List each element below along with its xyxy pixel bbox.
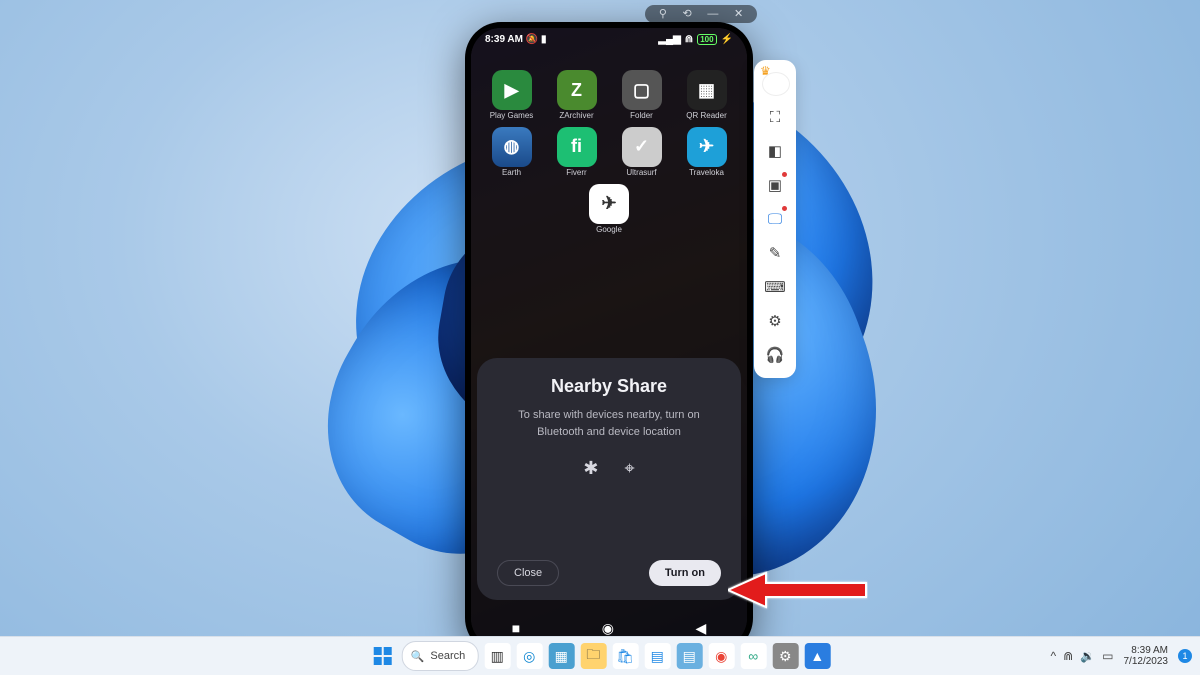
battery-left-icon: ▮ [541,34,547,45]
app-label: QR Reader [686,112,726,121]
brush-icon[interactable]: ✎ [760,238,790,268]
mascot-icon[interactable]: ♛ [758,68,792,96]
tray-up-icon[interactable]: ^ [1051,649,1057,663]
start-button[interactable] [370,643,396,669]
stream-icon[interactable]: 🖵 [760,204,790,234]
app-earth[interactable]: ◍ Earth [482,127,542,178]
tray-sound-icon[interactable]: 🔉 [1080,649,1095,663]
sheet-title: Nearby Share [491,376,727,397]
support-icon[interactable]: 🎧 [760,340,790,370]
app-label: Traveloka [689,169,724,178]
nearby-share-sheet: Nearby Share To share with devices nearb… [477,358,741,600]
phone-emulator: 8:39 AM 🔕 ▮ ▂▄▆ ⋒ 100 ⚡ ▶ Play Games Z ZArc… [465,22,753,654]
record-icon[interactable]: ▣ [760,170,790,200]
app-label: Earth [502,169,521,178]
battery-icon: 100 [697,34,716,45]
wifi-icon: ⋒ [685,34,693,45]
app-label: Fiverr [566,169,586,178]
search-placeholder: Search [430,650,465,662]
app-icon: fi [557,127,597,167]
back-button[interactable]: ◀ [695,620,706,637]
keyboard-icon[interactable]: ⌨ [760,272,790,302]
home-button[interactable]: ◉ [602,620,614,637]
desktop: ⚲ ⟲ — ✕ 8:39 AM 🔕 ▮ ▂▄▆ ⋒ 100 ⚡ ▶ Play Ga… [0,0,1200,675]
bluetooth-icon: ✱ [583,458,598,479]
notification-badge[interactable]: 1 [1178,649,1192,663]
app-qr-reader[interactable]: ▦ QR Reader [677,70,737,121]
app-ultrasurf[interactable]: ✓ Ultrasurf [612,127,672,178]
app-icon: ◍ [492,127,532,167]
status-bar: 8:39 AM 🔕 ▮ ▂▄▆ ⋒ 100 ⚡ [471,28,747,50]
app-traveloka[interactable]: ✈ Traveloka [677,127,737,178]
turn-on-button[interactable]: Turn on [649,560,721,586]
app-folder[interactable]: ▢ Folder [612,70,672,121]
app-zarchiver[interactable]: Z ZArchiver [547,70,607,121]
app-grid: ▶ Play Games Z ZArchiver ▢ Folder ▦ QR Reader ◍ E… [471,70,747,240]
recent-button[interactable]: ■ [512,620,520,636]
app-google[interactable]: ✈ Google [579,184,639,235]
app-label: Folder [630,112,653,121]
dnd-icon: 🔕 [526,34,538,45]
tray-wifi-icon[interactable]: ⋒ [1063,649,1073,663]
minimize-icon[interactable]: — [707,9,718,20]
app-icon: ▢ [622,70,662,110]
app-label: Play Games [490,112,534,121]
status-time: 8:39 AM [485,34,523,45]
emulator-toolbar: ♛ ⛶ ◧ ▣ 🖵 ✎ ⌨ ⚙ 🎧 [754,60,796,378]
pin-icon[interactable]: ⚲ [659,9,667,20]
fullscreen-icon[interactable]: ⛶ [760,102,790,132]
tray-battery-icon[interactable]: ▭ [1102,649,1113,663]
phone-screen: 8:39 AM 🔕 ▮ ▂▄▆ ⋒ 100 ⚡ ▶ Play Games Z ZArc… [471,28,747,648]
phone-navbar: ■ ◉ ◀ [471,608,747,648]
app-label: ZArchiver [559,112,593,121]
app-icon: Z [557,70,597,110]
app-fiverr[interactable]: fi Fiverr [547,127,607,178]
app-label: Ultrasurf [626,169,656,178]
app-icon: ▦ [687,70,727,110]
app-icon: ✈ [589,184,629,224]
close-icon[interactable]: ✕ [734,9,743,20]
app-icon: ▶ [492,70,532,110]
system-tray: ^ ⋒ 🔉 ▭ 8:39 AM 7/12/2023 1 [1051,645,1193,668]
refresh-icon[interactable]: ⟲ [683,9,692,20]
close-button[interactable]: Close [497,560,559,586]
tray-datetime[interactable]: 8:39 AM 7/12/2023 [1124,645,1169,668]
charge-icon: ⚡ [721,34,733,45]
location-icon: ⌖ [624,458,634,479]
signal-icon: ▂▄▆ [658,34,680,45]
app-label: Google [596,226,622,235]
taskbar-app4[interactable]: ⚙ [772,643,798,669]
camera-icon[interactable]: ◧ [760,136,790,166]
search-icon: 🔍 [411,650,425,663]
settings-icon[interactable]: ⚙ [760,306,790,336]
sheet-description: To share with devices nearby, turn on Bl… [504,407,714,440]
app-icon: ✓ [622,127,662,167]
search-box[interactable]: 🔍 Search [402,641,479,671]
app-icon: ✈ [687,127,727,167]
taskbar-mumu[interactable]: ▲ [804,643,830,669]
window-controls: ⚲ ⟲ — ✕ [645,5,757,23]
app-play-games[interactable]: ▶ Play Games [482,70,542,121]
